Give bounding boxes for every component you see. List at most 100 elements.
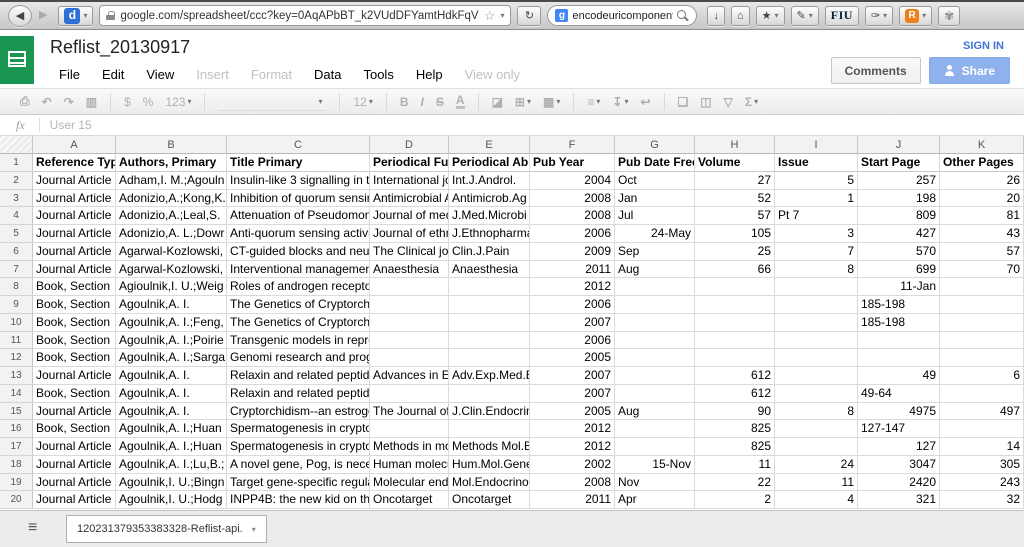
cell[interactable]: Agoulnik,A. I.;Huan [116,420,227,438]
cell[interactable]: Journal Article [33,491,116,509]
cell[interactable]: 825 [695,438,775,456]
cell[interactable] [695,331,775,350]
cell[interactable] [615,367,695,385]
italic-button[interactable]: I [415,94,430,110]
cell[interactable]: Clin.J.Pain [449,242,530,261]
cell[interactable]: Agarwal-Kozlowski, [116,260,227,279]
cell[interactable]: 52 [695,189,775,208]
cell[interactable]: Journal Article [33,260,116,279]
cell[interactable]: 2011 [530,491,615,509]
cell[interactable]: Antimicrob.Ag [449,189,530,208]
cell[interactable]: 809 [858,207,940,225]
cell[interactable]: Inhibition of quorum sensin [227,189,370,208]
menu-data[interactable]: Data [303,65,352,84]
cell[interactable] [370,349,449,367]
cell[interactable] [449,420,530,438]
cell[interactable]: 570 [858,242,940,261]
cell[interactable] [940,296,1024,314]
cell[interactable]: Methods in mo [370,438,449,456]
cell[interactable]: Agoulnik,A. I.;Huan [116,438,227,456]
cell[interactable]: The Clinical jou [370,242,449,261]
cell[interactable]: Adonizio,A.;Leal,S. [116,207,227,225]
cell[interactable] [370,331,449,350]
cell[interactable]: Agoulnik,A. I. [116,384,227,403]
text-color-button[interactable]: A [450,94,471,110]
cell[interactable]: 43 [940,225,1024,243]
cell[interactable] [370,313,449,332]
cell[interactable]: 11-Jan [858,278,940,296]
search-text[interactable]: encodeuricomponent [572,10,673,22]
cell[interactable]: 305 [940,455,1024,474]
cell[interactable]: Journal Article [33,402,116,421]
cell[interactable]: Book, Section [33,313,116,332]
row-number-13[interactable]: 13 [0,367,33,385]
cell[interactable] [940,331,1024,350]
sheets-logo-icon[interactable] [0,36,34,84]
cell[interactable]: 2005 [530,402,615,421]
cell[interactable]: Journal of ethn [370,225,449,243]
cell[interactable]: Agarwal-Kozlowski, [116,242,227,261]
highlighter-addon-dropdown-icon[interactable]: ▾ [883,11,887,20]
cell[interactable]: Transgenic models in repro [227,331,370,350]
cell[interactable] [775,313,858,332]
column-header-J[interactable]: J [858,136,940,154]
cell[interactable]: Oncotarget [449,491,530,509]
cell[interactable] [775,384,858,403]
percent-format-button[interactable]: % [137,94,160,110]
cell[interactable]: 2002 [530,455,615,474]
cell[interactable]: 2007 [530,367,615,385]
header-cell[interactable]: Pub Year [530,154,615,172]
cell[interactable]: 8 [775,260,858,279]
cell[interactable]: 7 [775,242,858,261]
cell[interactable]: 20 [940,189,1024,208]
cell[interactable] [775,278,858,296]
cell[interactable]: 198 [858,189,940,208]
header-cell[interactable]: Start Page [858,154,940,172]
cell[interactable]: Insulin-like 3 signalling in te [227,171,370,190]
cell[interactable]: Aug [615,260,695,279]
column-header-G[interactable]: G [615,136,695,154]
cell[interactable]: Oncotarget [370,491,449,509]
share-button[interactable]: Share [928,57,1010,84]
back-button[interactable]: ◀ [8,4,32,27]
cell[interactable] [940,278,1024,296]
cell[interactable]: 2012 [530,420,615,438]
insert-chart-button[interactable]: ◫ [694,94,717,110]
bold-button[interactable]: B [394,94,415,110]
cell[interactable]: 2004 [530,171,615,190]
cell[interactable]: Agoulnik,A. I.;Sarga [116,349,227,367]
cell[interactable]: Journal Article [33,438,116,456]
cell[interactable]: Journal Article [33,225,116,243]
eyedropper-button[interactable]: ✎ ▾ [790,5,819,26]
cell[interactable]: 24 [775,455,858,474]
cell[interactable]: 2008 [530,473,615,492]
row-number-11[interactable]: 11 [0,331,33,350]
cell[interactable]: 49-64 [858,384,940,403]
cell[interactable]: 1 [775,189,858,208]
cell[interactable]: 2011 [530,260,615,279]
cell[interactable]: Pt 7 [775,207,858,225]
cell[interactable]: The Journal of [370,402,449,421]
cell[interactable]: Anti-quorum sensing activi [227,225,370,243]
header-cell[interactable]: Other Pages [940,154,1024,172]
column-header-C[interactable]: C [227,136,370,154]
row-number-18[interactable]: 18 [0,455,33,474]
cell[interactable]: 825 [695,420,775,438]
url-bar[interactable]: google.com/spreadsheet/ccc?key=0AqAPbBT_… [99,5,512,26]
cell[interactable]: 4975 [858,402,940,421]
highlighter-addon-button[interactable]: ✑ ▾ [864,5,894,26]
cell[interactable] [858,349,940,367]
cell[interactable]: 2006 [530,225,615,243]
reader-addon-dropdown-icon[interactable]: ▾ [922,11,926,20]
cell[interactable] [449,384,530,403]
column-header-B[interactable]: B [116,136,227,154]
cell[interactable] [449,349,530,367]
cell[interactable]: 127-147 [858,420,940,438]
cell[interactable]: Journal Article [33,473,116,492]
cell[interactable]: J.Ethnopharma [449,225,530,243]
bookmarks-button[interactable]: ★ ▾ [755,5,785,26]
cell[interactable]: Int.J.Androl. [449,171,530,190]
row-number-8[interactable]: 8 [0,278,33,296]
row-number-5[interactable]: 5 [0,225,33,243]
cell[interactable]: Roles of androgen receptor [227,278,370,296]
